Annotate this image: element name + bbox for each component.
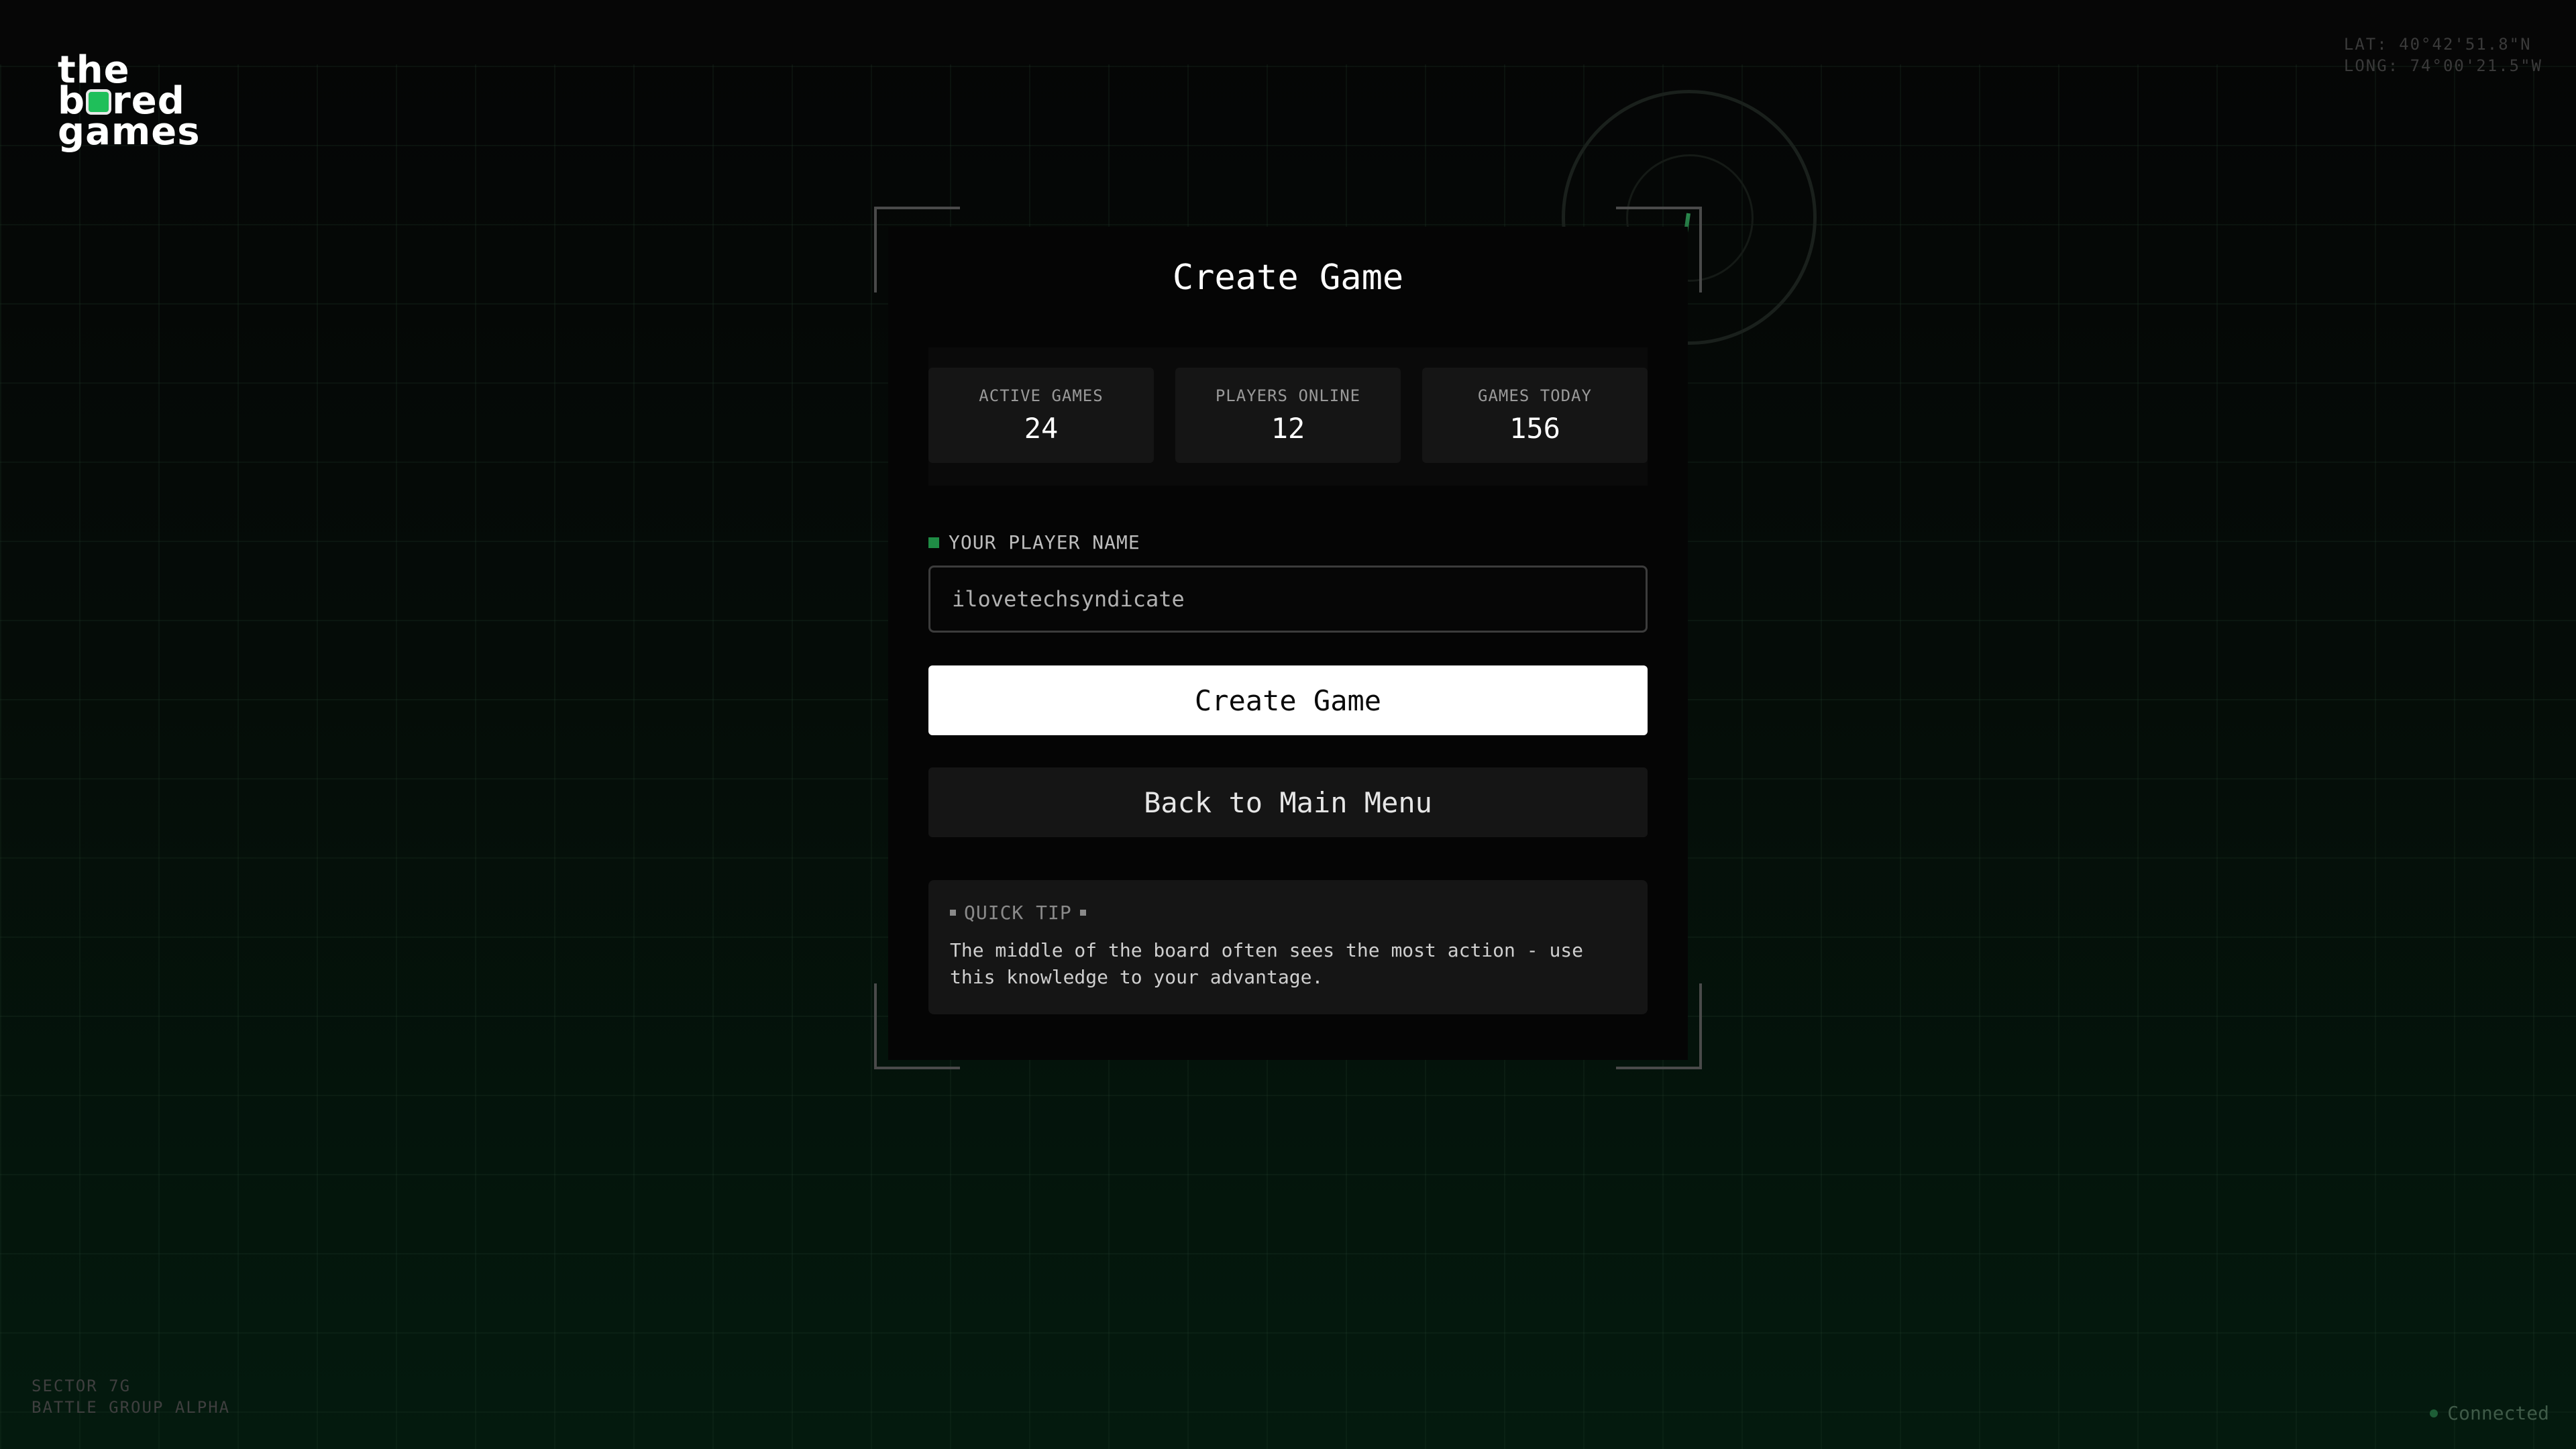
player-name-input[interactable] xyxy=(928,566,1648,633)
coordinates-readout: LAT: 40°42'51.8"N LONG: 74°00'21.5"W xyxy=(2344,34,2542,76)
create-game-button[interactable]: Create Game xyxy=(928,665,1648,735)
stat-value: 156 xyxy=(1509,412,1560,445)
bullet-icon xyxy=(1079,910,1086,916)
latitude: LAT: 40°42'51.8"N xyxy=(2343,35,2532,54)
stat-players-online: PLAYERS ONLINE 12 xyxy=(1175,368,1401,463)
back-to-main-menu-button[interactable]: Back to Main Menu xyxy=(928,767,1648,837)
bullet-icon xyxy=(950,910,956,916)
stat-value: 24 xyxy=(1024,412,1059,445)
battle-group-name: BATTLE GROUP ALPHA xyxy=(32,1398,231,1417)
player-name-label: YOUR PLAYER NAME xyxy=(928,531,1140,553)
stat-label: GAMES TODAY xyxy=(1478,386,1592,405)
quick-tip-text: The middle of the board often sees the m… xyxy=(950,939,1584,988)
top-bar xyxy=(0,0,2576,64)
quick-tip-card: QUICK TIP The middle of the board often … xyxy=(928,880,1648,1014)
stat-label: ACTIVE GAMES xyxy=(979,386,1104,405)
connection-status-text: Connected xyxy=(2447,1402,2549,1424)
sector-name: SECTOR 7G xyxy=(32,1377,131,1395)
status-dot-icon xyxy=(2430,1409,2438,1417)
stat-label: PLAYERS ONLINE xyxy=(1215,386,1361,405)
quick-tip-heading: QUICK TIP xyxy=(950,902,1626,924)
connection-status: Connected xyxy=(2430,1402,2549,1424)
sector-readout: SECTOR 7G BATTLE GROUP ALPHA xyxy=(32,1375,230,1418)
logo-line-3: games xyxy=(58,110,201,154)
stat-value: 12 xyxy=(1271,412,1305,445)
player-name-label-text: YOUR PLAYER NAME xyxy=(949,531,1140,553)
logo[interactable]: the b red games xyxy=(58,52,201,154)
stat-games-today: GAMES TODAY 156 xyxy=(1422,368,1648,463)
stat-active-games: ACTIVE GAMES 24 xyxy=(928,368,1154,463)
longitude: LONG: 74°00'21.5"W xyxy=(2343,56,2542,75)
page-title: Create Game xyxy=(1172,258,1404,298)
square-bullet-icon xyxy=(928,537,939,548)
quick-tip-heading-text: QUICK TIP xyxy=(964,902,1072,924)
